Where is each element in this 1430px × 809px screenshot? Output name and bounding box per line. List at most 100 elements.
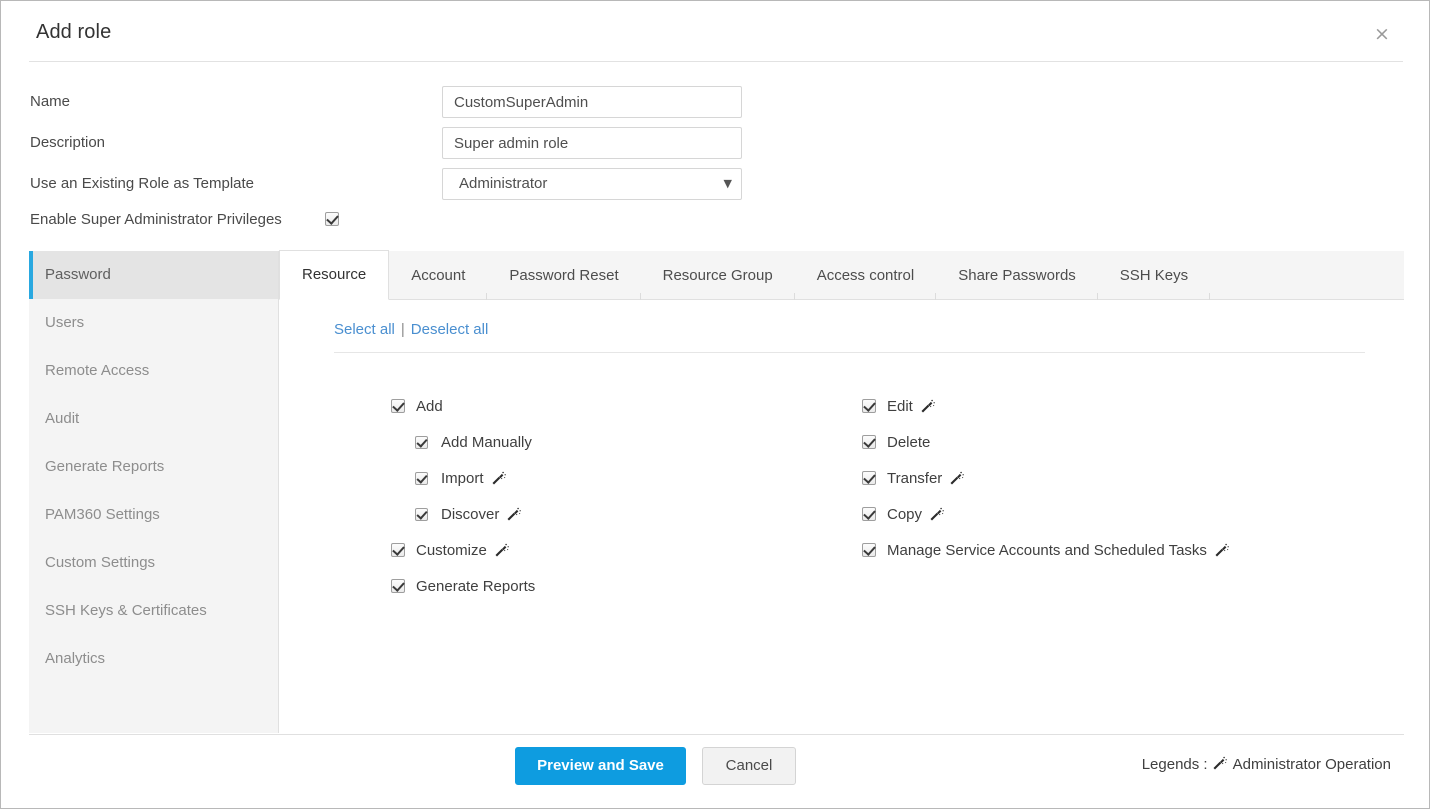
form-row-description: Description <box>1 127 1429 159</box>
sidebar-item-label: Remote Access <box>45 362 150 379</box>
permissions-panel: Password Users Remote Access Audit Generate … <box>29 250 1404 733</box>
description-input[interactable] <box>442 127 742 159</box>
sidebar-item-label: Analytics <box>45 650 106 667</box>
permission-label: Edit <box>887 397 913 415</box>
header-divider <box>29 61 1403 62</box>
permission-checkbox[interactable] <box>391 579 405 593</box>
permission-label: Manage Service Accounts and Scheduled Ta… <box>887 541 1207 559</box>
tab-resource-group[interactable]: Resource Group <box>641 251 795 301</box>
sidebar-item-analytics[interactable]: Analytics <box>29 635 278 683</box>
tab-zone: Resource Account Password Reset Resource Gr… <box>279 250 1404 733</box>
super-admin-checkbox[interactable] <box>325 212 339 226</box>
sidebar-item-audit[interactable]: Audit <box>29 395 278 443</box>
magic-wand-icon <box>920 399 935 414</box>
sidebar-item-custom-settings[interactable]: Custom Settings <box>29 539 278 587</box>
permission-checkbox[interactable] <box>391 399 405 413</box>
permission-checkbox[interactable] <box>862 507 876 521</box>
tab-account[interactable]: Account <box>389 251 488 301</box>
permissions-column-left: Add Add Manually Import Discover Customize Ge… <box>391 388 861 604</box>
name-label: Name <box>30 93 71 110</box>
permission-checkbox[interactable] <box>862 399 876 413</box>
permission-row: Generate Reports <box>391 568 861 604</box>
sidebar-item-generate-reports[interactable]: Generate Reports <box>29 443 278 491</box>
cancel-button[interactable]: Cancel <box>702 747 796 785</box>
permission-label: Add Manually <box>441 433 532 451</box>
permissions-column-right: Edit Delete Transfer Copy Manage Service Acc… <box>862 388 1382 568</box>
sidebar-item-label: Password <box>45 266 111 283</box>
permission-checkbox[interactable] <box>391 543 405 557</box>
tab-label: Resource Group <box>662 267 773 284</box>
tab-password-reset[interactable]: Password Reset <box>487 251 641 301</box>
dialog-footer: Preview and Save Cancel Legends : Adminis… <box>1 734 1429 808</box>
permission-row: Import <box>391 460 861 496</box>
deselect-all-link[interactable]: Deselect all <box>411 321 489 338</box>
module-sidebar: Password Users Remote Access Audit Generate … <box>29 251 279 733</box>
legend-text: Administrator Operation <box>1232 756 1391 773</box>
permission-checkbox[interactable] <box>862 471 876 485</box>
legend-prefix: Legends : <box>1141 756 1208 773</box>
tab-label: Account <box>411 267 466 284</box>
permission-row: Delete <box>862 424 1382 460</box>
permission-row: Edit <box>862 388 1382 424</box>
permission-row: Customize <box>391 532 861 568</box>
magic-wand-icon <box>491 471 506 486</box>
permission-row: Transfer <box>862 460 1382 496</box>
sidebar-item-ssh-keys-certificates[interactable]: SSH Keys & Certificates <box>29 587 278 635</box>
tab-ssh-keys[interactable]: SSH Keys <box>1098 251 1211 301</box>
sidebar-item-label: Audit <box>45 410 80 427</box>
tab-access-control[interactable]: Access control <box>795 251 937 301</box>
permission-checkbox[interactable] <box>862 543 876 557</box>
role-form: Name Description Use an Existing Role as… <box>1 63 1429 251</box>
tab-label: Resource <box>302 266 367 283</box>
permission-label: Generate Reports <box>416 577 536 595</box>
permission-label: Delete <box>887 433 931 451</box>
legend: Legends : Administrator Operation <box>1142 756 1391 773</box>
permission-label: Discover <box>441 505 500 523</box>
sidebar-item-label: SSH Keys & Certificates <box>45 602 207 619</box>
name-input[interactable] <box>442 86 742 118</box>
permission-row: Add Manually <box>391 424 861 460</box>
permission-row: Discover <box>391 496 861 532</box>
magic-wand-icon <box>1214 543 1229 558</box>
add-role-dialog: Add role × Name Description Use an Exist… <box>0 0 1430 809</box>
permission-checkbox[interactable] <box>415 471 428 485</box>
permission-label: Copy <box>887 505 923 523</box>
permission-row: Add <box>391 388 861 424</box>
tab-label: Password Reset <box>509 267 619 284</box>
close-icon[interactable]: × <box>1371 23 1393 45</box>
sidebar-item-password[interactable]: Password <box>29 251 278 299</box>
select-divider <box>334 352 1365 353</box>
preview-and-save-button[interactable]: Preview and Save <box>515 747 686 785</box>
permission-checkbox[interactable] <box>415 507 428 521</box>
permission-checkbox[interactable] <box>415 435 428 449</box>
magic-wand-icon <box>949 471 965 486</box>
magic-wand-icon <box>506 507 522 522</box>
description-label: Description <box>30 134 106 151</box>
permission-row: Manage Service Accounts and Scheduled Ta… <box>862 532 1382 568</box>
sidebar-item-pam360-settings[interactable]: PAM360 Settings <box>29 491 278 539</box>
select-all-link[interactable]: Select all <box>334 321 395 338</box>
form-row-template: Use an Existing Role as Template Adminis… <box>1 168 1429 200</box>
select-controls: Select all | Deselect all <box>334 321 488 338</box>
sidebar-item-label: PAM360 Settings <box>45 506 160 523</box>
tab-label: SSH Keys <box>1119 267 1189 284</box>
tab-resource[interactable]: Resource <box>279 250 390 300</box>
tab-label: Access control <box>816 267 915 284</box>
sidebar-item-label: Generate Reports <box>45 458 165 475</box>
form-row-name: Name <box>1 86 1429 118</box>
permission-label: Add <box>416 397 443 415</box>
template-select[interactable]: Administrator <box>442 168 742 200</box>
sidebar-item-remote-access[interactable]: Remote Access <box>29 347 278 395</box>
tab-panel-resource: Select all | Deselect all Add Add Manually I… <box>279 300 1404 733</box>
footer-divider <box>29 734 1404 735</box>
magic-wand-icon <box>1212 756 1227 771</box>
select-separator: | <box>400 321 405 338</box>
sidebar-item-label: Users <box>45 314 85 331</box>
template-label: Use an Existing Role as Template <box>30 175 255 192</box>
permission-checkbox[interactable] <box>862 435 876 449</box>
tab-share-passwords[interactable]: Share Passwords <box>936 251 1098 301</box>
tab-label: Share Passwords <box>958 267 1076 284</box>
sidebar-item-users[interactable]: Users <box>29 299 278 347</box>
permission-row: Copy <box>862 496 1382 532</box>
permission-label: Transfer <box>887 469 943 487</box>
